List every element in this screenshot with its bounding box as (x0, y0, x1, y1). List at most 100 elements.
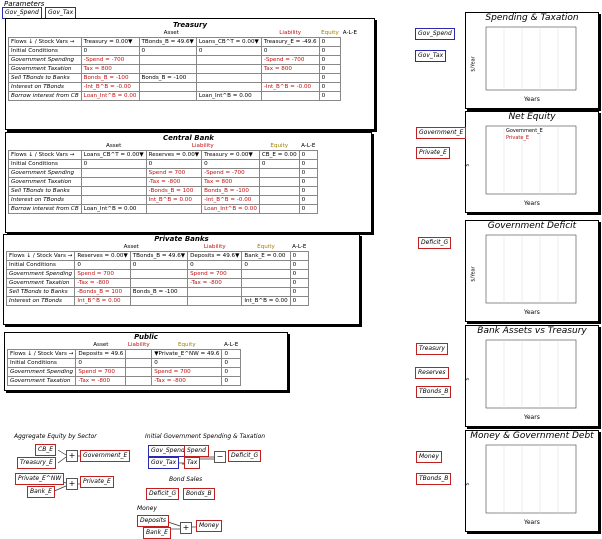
deposits-var[interactable]: Deposits (137, 515, 170, 527)
table-cell[interactable]: -Spend = -700 (260, 55, 320, 65)
table-cell[interactable]: 0 (289, 278, 309, 288)
table-cell[interactable]: 0 (221, 367, 241, 377)
deficit-g-var-2[interactable]: Deficit_G (146, 488, 180, 500)
table-cell[interactable]: Flows ↓ / Stock Vars → (8, 150, 82, 160)
table-cell[interactable] (258, 186, 300, 196)
table-cell[interactable]: 0 (129, 260, 189, 270)
table-cell[interactable]: Loan_Int^B = 0.00 (201, 204, 260, 214)
table-cell[interactable]: 0 (318, 37, 342, 47)
table-cell[interactable] (138, 82, 197, 92)
plot-input-var[interactable]: Deficit_G (418, 237, 452, 249)
private-banks-table-box[interactable]: Private Banks Asset Liability Equity A-L… (3, 234, 360, 325)
table-cell[interactable]: Spend = 700 (187, 269, 243, 279)
table-cell[interactable]: Int_B^B = 0.00 (74, 296, 131, 306)
table-cell[interactable] (80, 168, 147, 178)
table-cell[interactable]: Initial Conditions (6, 358, 77, 368)
table-cell[interactable]: Bank_E = 0.00 (241, 251, 291, 261)
table-cell[interactable]: Treasury = 0.00▼ (201, 150, 260, 160)
table-cell[interactable]: 0 (258, 159, 300, 169)
table-cell[interactable]: Treasury_E = -49.6 (260, 37, 320, 47)
table-cell[interactable]: Government Spending (5, 269, 76, 279)
table-cell[interactable]: Tax = 800 (260, 64, 320, 74)
table-cell[interactable] (260, 73, 320, 83)
plot-input-var[interactable]: Treasury (416, 343, 448, 355)
table-cell[interactable]: Sell TBonds to Banks (8, 73, 82, 83)
table-cell[interactable]: Government Spending (8, 168, 82, 178)
table-cell[interactable]: 0 (241, 260, 291, 270)
table-cell[interactable]: Int_B^B = 0.00 (145, 195, 203, 205)
table-cell[interactable]: Flows ↓ / Stock Vars → (8, 37, 82, 47)
table-cell[interactable]: Flows ↓ / Stock Vars → (6, 349, 77, 359)
money-var[interactable]: Money (196, 520, 222, 532)
table-cell[interactable] (80, 177, 147, 187)
table-cell[interactable] (187, 287, 243, 297)
table-cell[interactable] (258, 168, 300, 178)
government-e-var[interactable]: Government_E (80, 450, 131, 462)
table-cell[interactable] (241, 287, 291, 297)
tax-var[interactable]: Tax (184, 457, 201, 469)
table-cell[interactable]: Spend = 700 (145, 168, 203, 178)
table-cell[interactable]: 0 (318, 91, 342, 101)
table-cell[interactable]: CB_E = 0.00 (258, 150, 300, 160)
plot-input-var[interactable]: Money (416, 451, 442, 463)
bonds-b-var[interactable]: Bonds_B (183, 488, 215, 500)
table-cell[interactable]: -Int_B^B = -0.00 (201, 195, 260, 205)
table-cell[interactable]: Interest on TBonds (8, 82, 82, 92)
table-cell[interactable] (241, 278, 291, 288)
plot-panel[interactable]: Net Equity $ Years Government_E Private_E (465, 111, 599, 213)
table-cell[interactable]: -Tax = -800 (145, 177, 203, 187)
plot-input-var[interactable]: TBonds_B (416, 473, 452, 485)
table-cell[interactable]: -Tax = -800 (74, 278, 131, 288)
plot-input-var[interactable]: Gov_Spend (415, 28, 455, 40)
table-cell[interactable]: -Tax = -800 (75, 376, 127, 386)
table-cell[interactable]: Deposits = 49.6 (75, 349, 127, 359)
table-cell[interactable]: Government Spending (8, 55, 82, 65)
table-cell[interactable]: Government Taxation (5, 278, 76, 288)
table-cell[interactable] (145, 204, 203, 214)
private-e-nw-var[interactable]: Private_E^NW (15, 473, 65, 485)
table-cell[interactable] (80, 186, 147, 196)
table-cell[interactable]: Tax = 800 (201, 177, 260, 187)
table-cell[interactable]: 0 (145, 159, 203, 169)
table-cell[interactable] (125, 367, 153, 377)
table-cell[interactable] (138, 91, 197, 101)
table-cell[interactable] (258, 177, 300, 187)
table-cell[interactable]: Loan_Int^B = 0.00 (195, 91, 262, 101)
table-cell[interactable]: Bonds_B = -100 (80, 73, 140, 83)
plot-panel[interactable]: Spending & Taxation $/Year Years (465, 12, 599, 109)
plot-input-var[interactable]: Reserves (415, 367, 449, 379)
cb-e-var[interactable]: CB_E (35, 444, 57, 456)
table-cell[interactable]: 0 (289, 269, 309, 279)
table-cell[interactable]: 0 (138, 46, 197, 56)
table-cell[interactable]: Bonds_B = -100 (129, 287, 189, 297)
bank-e-var-2[interactable]: Bank_E (143, 527, 171, 539)
table-cell[interactable]: ▼Private_E^NW = 49.6 (151, 349, 223, 359)
table-cell[interactable]: 0 (221, 349, 241, 359)
table-cell[interactable]: Spend = 700 (74, 269, 131, 279)
table-cell[interactable] (138, 55, 197, 65)
plot-panel[interactable]: Government Deficit $/Year Years (465, 220, 599, 322)
table-cell[interactable]: Tax = 800 (80, 64, 140, 74)
table-cell[interactable]: -Spend = -700 (80, 55, 140, 65)
table-cell[interactable] (129, 269, 189, 279)
table-cell[interactable] (195, 73, 262, 83)
table-cell[interactable]: Bonds_B = -100 (138, 73, 197, 83)
table-cell[interactable]: Initial Conditions (5, 260, 76, 270)
table-cell[interactable]: -Int_B^B = -0.00 (80, 82, 140, 92)
table-cell[interactable] (125, 358, 153, 368)
table-cell[interactable]: 0 (187, 260, 243, 270)
table-cell[interactable]: Flows ↓ / Stock Vars → (5, 251, 76, 261)
table-cell[interactable]: Int_B^B = 0.00 (241, 296, 291, 306)
table-cell[interactable]: 0 (318, 82, 342, 92)
table-cell[interactable]: 0 (80, 46, 140, 56)
table-cell[interactable]: 0 (151, 358, 223, 368)
table-cell[interactable] (129, 296, 189, 306)
table-cell[interactable]: 0 (289, 260, 309, 270)
deficit-g-var[interactable]: Deficit_G (228, 450, 262, 462)
add-operator-icon[interactable]: + (180, 522, 192, 534)
table-cell[interactable] (138, 64, 197, 74)
table-cell[interactable] (260, 91, 320, 101)
table-cell[interactable] (258, 195, 300, 205)
table-cell[interactable]: 0 (260, 46, 320, 56)
table-cell[interactable]: 0 (298, 195, 318, 205)
